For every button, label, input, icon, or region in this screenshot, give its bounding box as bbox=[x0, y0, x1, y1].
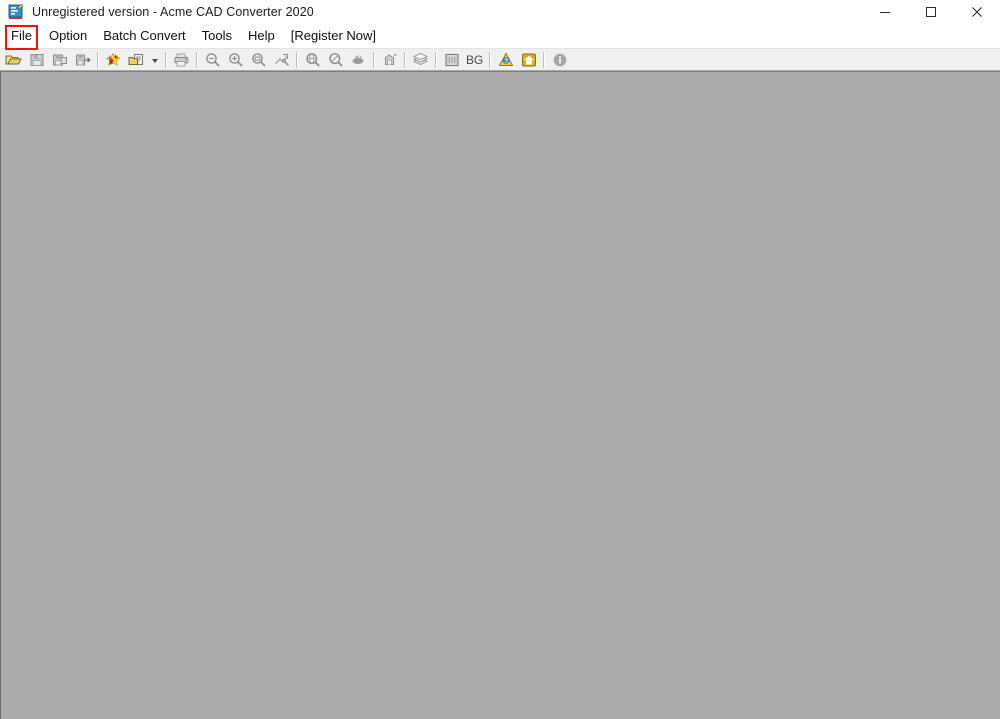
chevron-down-icon[interactable] bbox=[148, 49, 162, 70]
zoom-out-icon[interactable] bbox=[201, 49, 224, 70]
help-question-icon[interactable]: ? bbox=[494, 49, 517, 70]
cad-document-icon bbox=[8, 3, 24, 20]
zoom-in-icon[interactable] bbox=[224, 49, 247, 70]
home-icon[interactable] bbox=[517, 49, 540, 70]
toolbar: A BG ? bbox=[0, 48, 1000, 71]
save-as-icon[interactable] bbox=[48, 49, 71, 70]
toolbar-separator bbox=[97, 51, 99, 68]
menu-help[interactable]: Help bbox=[240, 23, 283, 48]
toolbar-separator bbox=[543, 51, 545, 68]
menu-option[interactable]: Option bbox=[41, 23, 95, 48]
toolbar-separator bbox=[404, 51, 406, 68]
menu-register-now[interactable]: [Register Now] bbox=[283, 23, 384, 48]
menu-tools[interactable]: Tools bbox=[194, 23, 240, 48]
about-info-icon[interactable] bbox=[548, 49, 571, 70]
window-title: Unregistered version - Acme CAD Converte… bbox=[32, 4, 314, 19]
bg-color-icon[interactable]: BG bbox=[463, 49, 486, 70]
zoom-previous-icon[interactable] bbox=[324, 49, 347, 70]
toolbar-separator bbox=[165, 51, 167, 68]
drawing-canvas[interactable] bbox=[0, 71, 1000, 719]
toolbar-separator bbox=[373, 51, 375, 68]
application-window: Unregistered version - Acme CAD Converte… bbox=[0, 0, 1000, 719]
measure-icon[interactable] bbox=[378, 49, 401, 70]
toolbar-separator bbox=[489, 51, 491, 68]
zoom-all-icon[interactable] bbox=[301, 49, 324, 70]
toolbar-separator bbox=[435, 51, 437, 68]
pdf-convert-icon[interactable]: A bbox=[102, 49, 125, 70]
minimize-icon[interactable] bbox=[862, 0, 908, 23]
maximize-icon[interactable] bbox=[908, 0, 954, 23]
close-icon[interactable] bbox=[954, 0, 1000, 23]
batch-convert-icon[interactable] bbox=[125, 49, 148, 70]
window-controls bbox=[862, 0, 1000, 23]
save-icon[interactable] bbox=[25, 49, 48, 70]
export-icon[interactable] bbox=[71, 49, 94, 70]
zoom-extents-icon[interactable] bbox=[270, 49, 293, 70]
viewport-icon[interactable] bbox=[440, 49, 463, 70]
print-icon[interactable] bbox=[170, 49, 193, 70]
toolbar-separator bbox=[296, 51, 298, 68]
menu-bar: File Option Batch Convert Tools Help [Re… bbox=[0, 23, 1000, 50]
toolbar-separator bbox=[196, 51, 198, 68]
menu-file[interactable]: File bbox=[7, 23, 41, 48]
open-file-icon[interactable] bbox=[2, 49, 25, 70]
menu-batch-convert[interactable]: Batch Convert bbox=[95, 23, 193, 48]
layers-icon[interactable] bbox=[409, 49, 432, 70]
title-bar: Unregistered version - Acme CAD Converte… bbox=[0, 0, 1000, 23]
svg-text:?: ? bbox=[504, 58, 508, 65]
pan-icon[interactable] bbox=[347, 49, 370, 70]
zoom-window-icon[interactable] bbox=[247, 49, 270, 70]
bg-label: BG bbox=[466, 52, 483, 67]
